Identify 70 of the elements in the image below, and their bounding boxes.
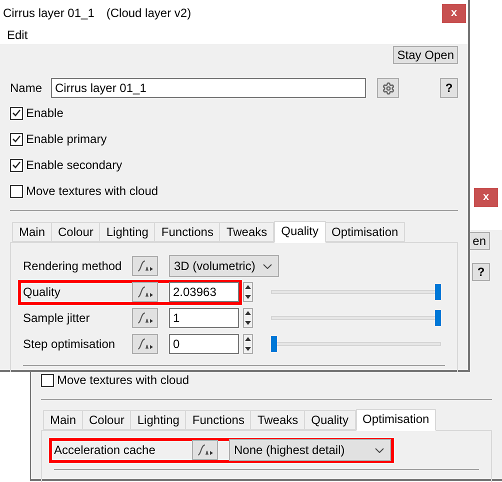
number-field[interactable]: 0: [169, 334, 239, 354]
tab[interactable]: Main: [43, 410, 84, 430]
curve-button[interactable]: [132, 282, 158, 302]
tab[interactable]: Colour: [52, 222, 100, 242]
checkbox-label: Move textures with cloud: [57, 372, 190, 389]
number-field[interactable]: 2.03963: [169, 282, 239, 302]
checkmark-icon: [12, 161, 21, 169]
field-label: Quality: [23, 284, 62, 301]
field-label: Acceleration cache: [54, 442, 156, 459]
curve-icon: [136, 338, 154, 350]
curve-button[interactable]: [132, 308, 158, 328]
curve-icon: [136, 286, 154, 298]
tab[interactable]: Lighting: [100, 222, 156, 242]
slider-thumb[interactable]: [271, 336, 277, 352]
tab[interactable]: Tweaks: [251, 410, 306, 430]
name-label: Name: [10, 80, 44, 97]
settings-icon: [382, 82, 394, 94]
tab[interactable]: Lighting: [131, 410, 186, 430]
tab[interactable]: Optimisation: [356, 409, 436, 431]
help-button[interactable]: ?: [472, 263, 490, 281]
tab[interactable]: Colour: [83, 410, 132, 430]
field-label: Sample jitter: [23, 310, 91, 327]
stay-open-button[interactable]: Stay Open: [393, 46, 458, 64]
slider[interactable]: [271, 336, 441, 352]
close-button[interactable]: x: [442, 4, 466, 22]
number-field[interactable]: 1: [169, 308, 239, 328]
tab[interactable]: Tweaks: [220, 222, 274, 242]
slider-thumb[interactable]: [435, 310, 441, 326]
close-button[interactable]: x: [474, 188, 498, 206]
checkbox-label: Enable primary: [26, 131, 107, 148]
checkbox[interactable]: [10, 132, 23, 146]
checkmark-icon: [12, 109, 21, 117]
curve-button[interactable]: [132, 334, 158, 354]
tab[interactable]: Main: [12, 222, 52, 242]
dropdown[interactable]: None (highest detail): [229, 439, 391, 461]
slider[interactable]: [271, 284, 441, 300]
curve-button[interactable]: [132, 256, 158, 276]
help-button[interactable]: ?: [440, 78, 458, 98]
slider-thumb[interactable]: [435, 284, 441, 300]
dropdown[interactable]: 3D (volumetric): [169, 255, 279, 277]
slider[interactable]: [271, 310, 441, 326]
spin-buttons[interactable]: [243, 334, 253, 354]
curve-icon: [196, 444, 214, 456]
spin-buttons[interactable]: [243, 282, 253, 302]
checkbox[interactable]: [10, 158, 23, 172]
checkbox-label: Move textures with cloud: [26, 183, 158, 200]
window-subtitle: (Cloud layer v2): [106, 5, 192, 22]
curve-button[interactable]: [192, 440, 218, 460]
settings-button[interactable]: [377, 78, 399, 98]
curve-icon: [136, 312, 154, 324]
tab[interactable]: Quality: [274, 221, 326, 243]
tab[interactable]: Functions: [186, 410, 252, 430]
checkbox-label: Enable: [26, 105, 64, 122]
tab[interactable]: Quality: [305, 410, 356, 430]
chevron-down-icon: [375, 448, 384, 452]
checkbox[interactable]: [10, 106, 23, 120]
name-field[interactable]: Cirrus layer 01_1: [51, 78, 366, 98]
field-label: Step optimisation: [23, 336, 116, 353]
checkbox[interactable]: [41, 374, 54, 386]
chevron-down-icon: [263, 264, 272, 268]
spin-buttons[interactable]: [243, 308, 253, 328]
tab[interactable]: Functions: [155, 222, 220, 242]
checkmark-icon: [12, 135, 21, 143]
menu-item[interactable]: Edit: [7, 26, 28, 44]
field-label: Rendering method: [23, 258, 123, 275]
curve-icon: [136, 260, 154, 272]
checkbox[interactable]: [10, 184, 23, 198]
checkbox-label: Enable secondary: [26, 157, 122, 174]
window-title: Cirrus layer 01_1: [3, 5, 94, 22]
tab[interactable]: Optimisation: [326, 222, 406, 242]
